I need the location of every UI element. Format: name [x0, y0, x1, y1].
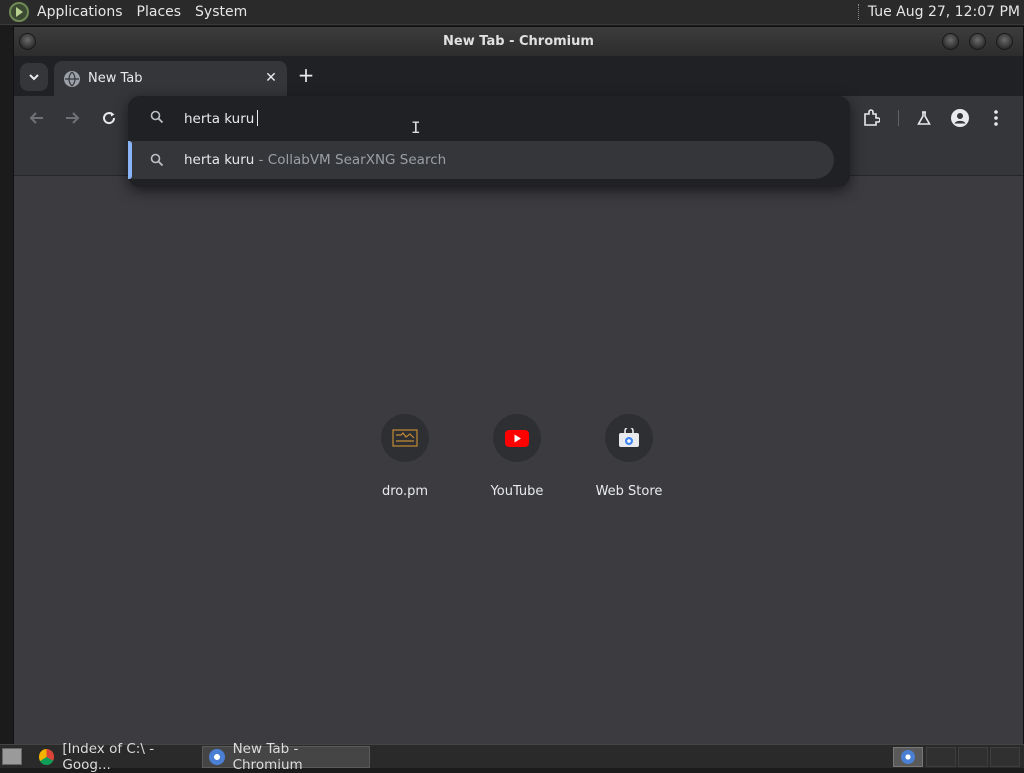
address-input[interactable]: herta kuru [184, 110, 259, 127]
shortcut-web-store[interactable]: Web Store [581, 414, 677, 499]
window-menu-button[interactable] [19, 33, 36, 50]
panel-grip [857, 4, 861, 20]
address-bar[interactable]: herta kuru [128, 96, 850, 140]
places-menu[interactable]: Places [130, 0, 189, 25]
labs-button[interactable] [913, 107, 935, 129]
selection-indicator [128, 141, 132, 179]
maximize-button[interactable] [969, 33, 986, 50]
window-titlebar[interactable]: New Tab - Chromium [14, 27, 1023, 56]
profile-icon [951, 109, 969, 127]
distro-logo-icon[interactable] [9, 2, 29, 22]
omnibox-popup: herta kuru herta kuru - CollabVM SearXNG… [128, 96, 850, 187]
window-title: New Tab - Chromium [443, 34, 594, 49]
shortcut-label: dro.pm [381, 484, 429, 499]
suggestion-description: - CollabVM SearXNG Search [254, 152, 447, 168]
back-button[interactable] [26, 107, 48, 129]
tab-new-tab[interactable]: New Tab ✕ [54, 61, 287, 96]
top-panel: Applications Places System Tue Aug 27, 1… [0, 0, 1024, 25]
workspace-switcher-1[interactable] [926, 747, 956, 767]
search-icon [150, 153, 164, 171]
reload-icon [103, 112, 116, 125]
new-tab-button[interactable]: + [296, 65, 316, 86]
profile-button[interactable] [949, 107, 971, 129]
kebab-menu-icon [994, 110, 998, 126]
youtube-icon [493, 414, 541, 462]
workspace-switcher-2[interactable] [958, 747, 988, 767]
shortcut-youtube[interactable]: YouTube [469, 414, 565, 499]
taskbar: [Index of C:\ - Goog... New Tab - Chromi… [0, 741, 1024, 773]
dro-pm-icon [381, 414, 429, 462]
arrow-left-icon [29, 112, 43, 124]
reload-button[interactable] [98, 107, 120, 129]
text-cursor-icon: I [411, 118, 421, 137]
toolbar-separator [898, 110, 899, 126]
close-window-button[interactable] [996, 33, 1013, 50]
chromium-icon [209, 749, 225, 765]
clock[interactable]: Tue Aug 27, 12:07 PM [868, 4, 1024, 20]
tab-search-button[interactable] [20, 63, 48, 91]
new-tab-page: dro.pm YouTube Web Store [14, 176, 1023, 745]
arrow-right-icon [66, 112, 80, 124]
close-tab-icon[interactable]: ✕ [263, 70, 279, 86]
chrome-icon [39, 749, 55, 765]
menu-button[interactable] [985, 107, 1007, 129]
minimize-button[interactable] [942, 33, 959, 50]
suggestion-query: herta kuru [184, 152, 255, 168]
puzzle-icon [864, 109, 880, 126]
globe-icon [64, 70, 80, 87]
flask-icon [917, 111, 931, 125]
web-store-icon [605, 414, 653, 462]
chevron-down-icon [29, 74, 39, 81]
tray-chromium-icon[interactable] [893, 747, 923, 767]
forward-button[interactable] [61, 107, 83, 129]
tab-strip: New Tab ✕ + [14, 56, 1023, 96]
suggestion-row[interactable]: herta kuru - CollabVM SearXNG Search [128, 141, 834, 179]
shortcut-label: YouTube [490, 484, 544, 499]
search-icon [150, 110, 164, 128]
extensions-button[interactable] [860, 107, 882, 129]
shortcut-dro-pm[interactable]: dro.pm [357, 414, 453, 499]
system-menu[interactable]: System [188, 0, 254, 25]
tab-label: New Tab [88, 71, 143, 86]
taskbar-item-label: [Index of C:\ - Goog... [62, 741, 155, 773]
taskbar-item-label: New Tab - Chromium [232, 741, 303, 773]
text-caret [257, 110, 259, 126]
address-input-value: herta kuru [184, 111, 255, 127]
suggestion-text: herta kuru - CollabVM SearXNG Search [184, 152, 446, 168]
taskbar-item-index[interactable]: [Index of C:\ - Goog... [33, 741, 201, 773]
show-desktop-button[interactable] [2, 748, 22, 765]
shortcut-label: Web Store [595, 484, 663, 499]
taskbar-item-new-tab[interactable]: New Tab - Chromium [202, 741, 370, 773]
applications-menu[interactable]: Applications [30, 0, 130, 25]
workspace-switcher-3[interactable] [990, 747, 1020, 767]
